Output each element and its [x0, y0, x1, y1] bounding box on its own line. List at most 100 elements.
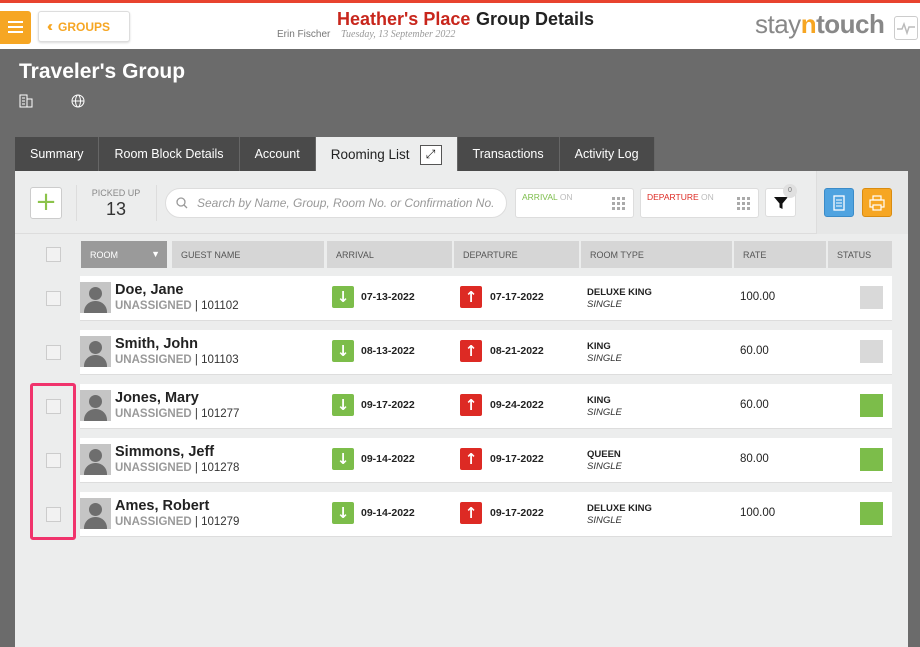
room-status: UNASSIGNED: [115, 462, 192, 474]
search-bar[interactable]: [165, 188, 507, 218]
arrival-filter-title: ARRIVAL: [522, 192, 558, 202]
arrival-date: 09-17-2022: [361, 399, 415, 411]
table-row[interactable]: Smith, John UNASSIGNED | 101103 ↓ 08-13-…: [80, 330, 892, 375]
rate: 80.00: [740, 453, 769, 465]
departure-date-filter[interactable]: DEPARTURE ON: [640, 188, 759, 218]
arrival-date: 09-14-2022: [361, 507, 415, 519]
room-status: UNASSIGNED: [115, 300, 192, 312]
select-all-checkbox[interactable]: [46, 247, 61, 262]
departure-arrow-icon: ↑: [460, 286, 482, 308]
room-assignment: UNASSIGNED | 101277: [115, 408, 240, 420]
table-row[interactable]: Jones, Mary UNASSIGNED | 101277 ↓ 09-17-…: [80, 384, 892, 429]
departure-arrow-icon: ↑: [460, 448, 482, 470]
arrival-date: 08-13-2022: [361, 345, 415, 357]
guest-name[interactable]: Jones, Mary: [115, 390, 199, 406]
status-indicator: [860, 448, 883, 471]
room-status: UNASSIGNED: [115, 516, 192, 528]
search-icon: [176, 197, 188, 209]
departure-arrow-icon: ↑: [460, 340, 482, 362]
arrival-arrow-icon: ↓: [332, 286, 354, 308]
arrival-date: 07-13-2022: [361, 291, 415, 303]
guest-avatar: [80, 282, 111, 313]
document-icon: [833, 194, 845, 211]
calendar-grid-icon: [737, 197, 751, 211]
status-indicator: [860, 340, 883, 363]
arrival-filter-state: ON: [559, 192, 573, 202]
departure-date: 09-17-2022: [490, 453, 544, 465]
rate: 60.00: [740, 399, 769, 411]
column-room-label: ROOM: [90, 249, 118, 260]
document-button[interactable]: [824, 188, 854, 217]
guest-name[interactable]: Doe, Jane: [115, 282, 184, 298]
double-chevron-left-icon: ‹‹: [47, 18, 53, 35]
table-row[interactable]: Simmons, Jeff UNASSIGNED | 101278 ↓ 09-1…: [80, 438, 892, 483]
arrival-arrow-icon: ↓: [332, 394, 354, 416]
row-checkbox[interactable]: [46, 345, 61, 360]
back-to-groups-button[interactable]: ‹‹ GROUPS: [38, 11, 130, 42]
occupancy: SINGLE: [587, 461, 622, 472]
hamburger-icon-bar: [8, 26, 23, 28]
guest-avatar: [80, 498, 111, 529]
guest-name[interactable]: Smith, John: [115, 336, 198, 352]
tab-summary[interactable]: Summary: [15, 137, 100, 171]
room-assignment: UNASSIGNED | 101279: [115, 516, 240, 528]
column-header-status[interactable]: STATUS: [828, 241, 892, 268]
room-type: DELUXE KING: [587, 287, 652, 298]
status-indicator: [860, 286, 883, 309]
hamburger-icon-bar: [8, 31, 23, 33]
departure-date: 09-17-2022: [490, 507, 544, 519]
column-header-rate[interactable]: RATE: [734, 241, 826, 268]
menu-button[interactable]: [0, 11, 31, 44]
search-input[interactable]: [197, 196, 506, 210]
group-title: Traveler's Group: [19, 60, 186, 83]
column-header-room-type[interactable]: ROOM TYPE: [581, 241, 732, 268]
tab-transactions[interactable]: Transactions: [457, 137, 560, 171]
toolbar-divider: [76, 185, 77, 221]
guest-avatar: [80, 390, 111, 421]
table-row[interactable]: Ames, Robert UNASSIGNED | 101279 ↓ 09-14…: [80, 492, 892, 537]
column-header-guest-name[interactable]: GUEST NAME: [172, 241, 324, 268]
arrival-arrow-icon: ↓: [332, 448, 354, 470]
departure-arrow-icon: ↑: [460, 394, 482, 416]
tab-bar: Summary Room Block Details Account Roomi…: [15, 137, 655, 172]
departure-filter-label: DEPARTURE ON: [647, 192, 714, 202]
expand-icon[interactable]: ⤢: [419, 144, 442, 165]
tab-room-block-details[interactable]: Room Block Details: [99, 137, 240, 171]
print-button[interactable]: [862, 188, 892, 217]
logo-part-touch: touch: [816, 9, 885, 39]
occupancy: SINGLE: [587, 353, 622, 364]
occupancy: SINGLE: [587, 515, 622, 526]
confirmation-number: 101103: [201, 354, 239, 366]
rooming-toolbar: + PICKED UP 13 ARRIVAL ON DEPARTURE ON: [15, 171, 908, 234]
departure-date: 08-21-2022: [490, 345, 544, 357]
column-header-room[interactable]: ROOM ▼: [81, 241, 167, 268]
column-header-departure[interactable]: DEPARTURE: [454, 241, 579, 268]
rate: 100.00: [740, 291, 776, 303]
tab-activity-log[interactable]: Activity Log: [559, 137, 655, 171]
room-status: UNASSIGNED: [115, 408, 192, 420]
room-assignment: UNASSIGNED | 101278: [115, 462, 240, 474]
tab-account[interactable]: Account: [239, 137, 316, 171]
add-reservation-button[interactable]: +: [30, 187, 62, 219]
confirmation-number: 101278: [201, 462, 240, 474]
confirmation-number: 101102: [201, 300, 239, 312]
pulse-icon[interactable]: [894, 16, 918, 40]
chevron-down-icon: ▼: [151, 249, 160, 259]
departure-filter-title: DEPARTURE: [647, 192, 699, 202]
building-icon: [19, 93, 33, 108]
tab-rooming-list[interactable]: Rooming List ⤢: [315, 137, 458, 172]
action-tools: [816, 171, 908, 234]
calendar-grid-icon: [612, 197, 626, 211]
column-header-arrival[interactable]: ARRIVAL: [327, 241, 452, 268]
table-row[interactable]: Doe, Jane UNASSIGNED | 101102 ↓ 07-13-20…: [80, 276, 892, 321]
picked-up-label: PICKED UP: [91, 188, 141, 198]
stayntouch-logo: stayntouch: [755, 9, 885, 40]
filter-count-badge: 0: [783, 184, 797, 198]
globe-icon: [71, 93, 85, 108]
business-date: Tuesday, 13 September 2022: [341, 29, 456, 40]
arrival-date-filter[interactable]: ARRIVAL ON: [515, 188, 634, 218]
guest-name[interactable]: Simmons, Jeff: [115, 444, 214, 460]
row-checkbox[interactable]: [46, 291, 61, 306]
guest-name[interactable]: Ames, Robert: [115, 498, 209, 514]
status-indicator: [860, 502, 883, 525]
